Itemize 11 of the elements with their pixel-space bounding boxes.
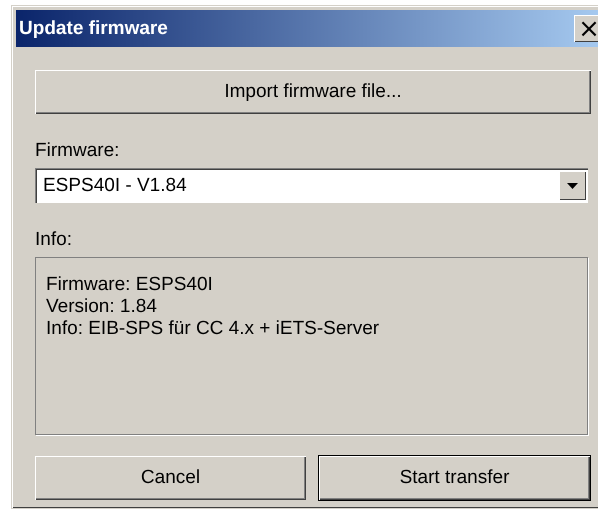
import-button[interactable]: Import firmware file... bbox=[35, 70, 591, 114]
info-text: Info: EIB-SPS für CC 4.x + iETS-Server bbox=[46, 318, 380, 340]
info-label: Info: bbox=[35, 229, 73, 251]
dialog-button[interactable]: Start transfer bbox=[319, 456, 590, 500]
window-title: Update firmware bbox=[19, 18, 168, 40]
info-text: Version: 1.84 bbox=[46, 296, 158, 318]
firmware-dropdown[interactable]: ESPS40I - V1.84 bbox=[35, 168, 588, 203]
info-text: Firmware: ESPS40I bbox=[46, 274, 214, 296]
dialog-button[interactable]: Cancel bbox=[35, 456, 306, 500]
firmware-label: Firmware: bbox=[35, 140, 120, 162]
close-button[interactable]: × bbox=[574, 15, 598, 42]
